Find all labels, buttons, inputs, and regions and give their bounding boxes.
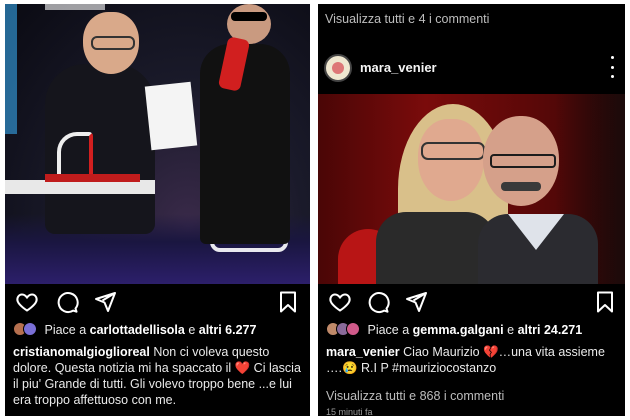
person-figure (200, 44, 290, 244)
bookmark-icon[interactable] (593, 290, 617, 314)
person-head (418, 119, 484, 201)
likes-joiner: e (184, 323, 199, 337)
view-comments-link[interactable]: Visualizza tutti e 4 i commenti (325, 12, 489, 26)
liker-avatar (346, 322, 360, 336)
post-caption: mara_venier Ciao Maurizio 💔…una vita ass… (326, 344, 618, 376)
liker-username[interactable]: carlottadellisola (90, 323, 185, 337)
post-photo[interactable] (5, 4, 310, 284)
background-light (45, 4, 105, 10)
view-comments-link[interactable]: Visualizza tutti e 868 i commenti (326, 389, 504, 403)
likes-count[interactable]: altri 6.277 (199, 323, 257, 337)
liker-username[interactable]: gemma.galgani (413, 323, 504, 337)
bookmark-icon[interactable] (276, 290, 300, 314)
caption-username[interactable]: cristianomalgioglioreal (13, 345, 150, 359)
desk-figure (45, 174, 140, 182)
post-cristianomalgioglio: Piace a carlottadellisola e altri 6.277 … (5, 4, 310, 416)
post-photo[interactable] (318, 94, 625, 284)
more-options-icon[interactable] (611, 56, 615, 78)
post-timestamp: 15 minuti fa (326, 407, 373, 416)
caption-username[interactable]: mara_venier (326, 345, 400, 359)
likes-summary[interactable]: Piace a carlottadellisola e altri 6.277 (13, 322, 256, 337)
desk-figure (5, 180, 155, 194)
glasses-figure (421, 142, 485, 160)
likes-summary[interactable]: Piace a gemma.galgani e altri 24.271 (326, 322, 582, 337)
glasses-figure (91, 36, 135, 50)
glasses-figure (231, 12, 267, 21)
post-header: mara_venier (318, 48, 625, 88)
glasses-figure (490, 154, 556, 168)
likes-joiner: e (503, 323, 518, 337)
comment-icon[interactable] (55, 290, 79, 314)
likes-count[interactable]: altri 24.271 (518, 323, 583, 337)
post-actions (5, 288, 310, 318)
likes-prefix: Piace a (367, 323, 413, 337)
heart-icon[interactable] (328, 290, 352, 314)
heart-icon[interactable] (15, 290, 39, 314)
share-icon[interactable] (404, 290, 428, 314)
post-caption: cristianomalgioglioreal Non ci voleva qu… (13, 344, 305, 408)
likes-prefix: Piace a (44, 323, 90, 337)
liker-avatar (23, 322, 37, 336)
background-light (5, 4, 17, 134)
paper-figure (144, 81, 198, 151)
share-icon[interactable] (93, 290, 117, 314)
post-mara-venier: Visualizza tutti e 4 i commenti mara_ven… (318, 4, 625, 416)
comment-icon[interactable] (366, 290, 390, 314)
mustache-figure (501, 182, 541, 191)
post-username[interactable]: mara_venier (360, 60, 437, 75)
avatar[interactable] (324, 54, 352, 82)
post-actions (318, 288, 625, 318)
